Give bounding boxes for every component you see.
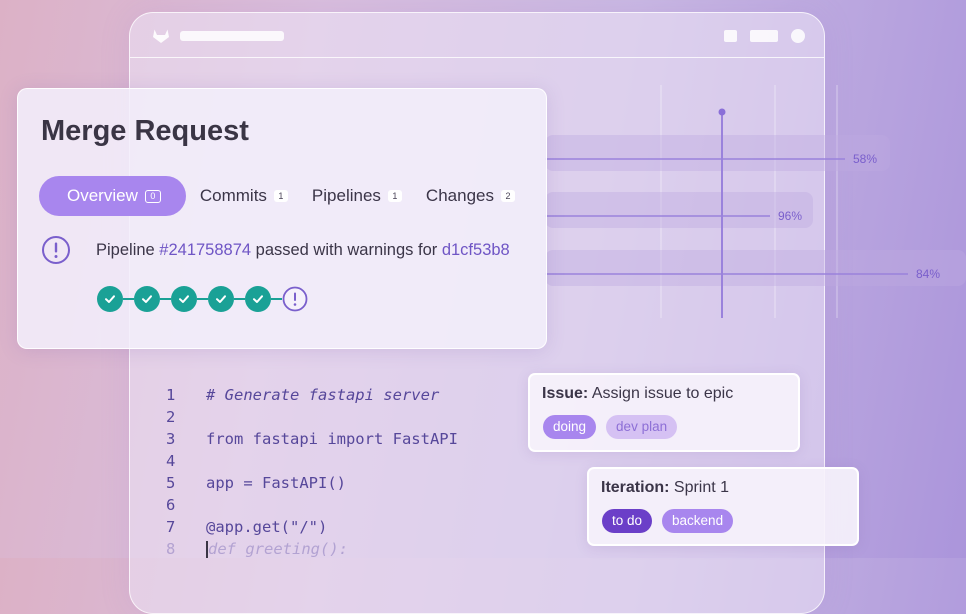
iteration-label: Iteration: (601, 479, 670, 496)
stage-passed-button[interactable] (171, 286, 197, 312)
issue-label: Issue: (542, 385, 589, 402)
stage-connector (271, 298, 282, 300)
label-chip[interactable]: backend (662, 509, 734, 533)
label-chip[interactable]: to do (602, 509, 653, 533)
iteration-text: Sprint 1 (669, 479, 730, 496)
gitlab-logo-icon (153, 29, 169, 43)
iteration-card[interactable]: Iteration: Sprint 1 to do backend (587, 467, 859, 546)
code-text: @app.get("/") (206, 518, 328, 536)
window-minimize-button[interactable] (724, 30, 737, 42)
code-line: 5 app = FastAPI() (160, 472, 458, 494)
warning-icon (42, 236, 70, 264)
code-line: 1 # Generate fastapi server (160, 384, 458, 406)
check-icon (142, 295, 152, 303)
issue-text: Assign issue to epic (588, 385, 734, 402)
tab-label: Commits (199, 186, 267, 205)
tab-pipelines[interactable]: Pipelines 1 (312, 176, 402, 216)
pipeline-status-text: Pipeline #241758874 passed with warnings… (96, 241, 510, 260)
tab-count-badge: 1 (273, 190, 288, 202)
issue-labels: doing dev plan (543, 415, 687, 439)
progress-label: 58% (853, 152, 877, 166)
warning-icon (282, 286, 308, 312)
merge-request-card: Merge Request Overview 0 Commits 1 Pipel… (17, 88, 547, 349)
stage-connector (197, 298, 208, 300)
issue-card[interactable]: Issue: Assign issue to epic doing dev pl… (528, 373, 800, 452)
pipeline-id-link[interactable]: #241758874 (159, 241, 251, 259)
code-text: from fastapi import FastAPI (206, 430, 458, 448)
window-titlebar (130, 13, 824, 58)
check-icon (253, 295, 263, 303)
code-line: 6 (160, 494, 458, 516)
stage-passed-button[interactable] (97, 286, 123, 312)
pipeline-stages (97, 286, 308, 312)
stage-connector (234, 298, 245, 300)
merge-request-tabs: Overview 0 Commits 1 Pipelines 1 Changes… (39, 176, 539, 216)
line-number: 4 (166, 452, 176, 470)
progress-label: 84% (916, 267, 940, 281)
iteration-labels: to do backend (602, 509, 743, 533)
code-suggestion-text: def greeting(): (208, 540, 348, 558)
tab-overview[interactable]: Overview 0 (39, 176, 186, 216)
stage-passed-button[interactable] (245, 286, 271, 312)
stage-connector (160, 298, 171, 300)
tab-label: Pipelines (311, 186, 381, 205)
tab-count-badge: 0 (144, 189, 161, 203)
window-close-button[interactable] (791, 29, 805, 43)
tab-label: Changes (425, 186, 494, 205)
line-number: 8 (166, 540, 176, 558)
check-icon (105, 295, 115, 303)
tab-commits[interactable]: Commits 1 (200, 176, 288, 216)
code-line: 7 @app.get("/") (160, 516, 458, 538)
code-line: 2 (160, 406, 458, 428)
code-text: # Generate fastapi server (206, 386, 440, 404)
iteration-title: Iteration: Sprint 1 (601, 479, 729, 497)
stage-passed-button[interactable] (208, 286, 234, 312)
issue-title: Issue: Assign issue to epic (542, 385, 733, 403)
label-chip[interactable]: doing (543, 415, 597, 439)
commit-sha-link[interactable]: d1cf53b8 (442, 241, 510, 259)
line-number: 1 (166, 386, 176, 404)
line-number: 5 (166, 474, 176, 492)
code-line-suggestion: 8 def greeting(): (160, 538, 458, 560)
address-bar-placeholder (180, 31, 284, 41)
stage-passed-button[interactable] (134, 286, 160, 312)
tab-label: Overview (67, 186, 138, 205)
tab-changes[interactable]: Changes 2 (426, 176, 515, 216)
check-icon (216, 295, 226, 303)
code-line: 3 from fastapi import FastAPI (160, 428, 458, 450)
stage-warning-button[interactable] (282, 286, 308, 312)
tab-count-badge: 2 (500, 190, 515, 202)
pipeline-middle-text: passed with warnings for (251, 241, 442, 259)
tab-count-badge: 1 (387, 190, 402, 202)
stage-connector (123, 298, 134, 300)
code-editor[interactable]: 1 # Generate fastapi server 2 3 from fasta… (160, 384, 458, 560)
line-number: 2 (166, 408, 176, 426)
code-text: app = FastAPI() (206, 474, 346, 492)
window-maximize-button[interactable] (750, 30, 778, 42)
line-number: 3 (166, 430, 176, 448)
label-chip[interactable]: dev plan (606, 415, 678, 439)
merge-request-title: Merge Request (41, 115, 249, 147)
line-number: 6 (166, 496, 176, 514)
pipeline-prefix: Pipeline (96, 241, 160, 259)
check-icon (179, 295, 189, 303)
line-number: 7 (166, 518, 176, 536)
code-line: 4 (160, 450, 458, 472)
